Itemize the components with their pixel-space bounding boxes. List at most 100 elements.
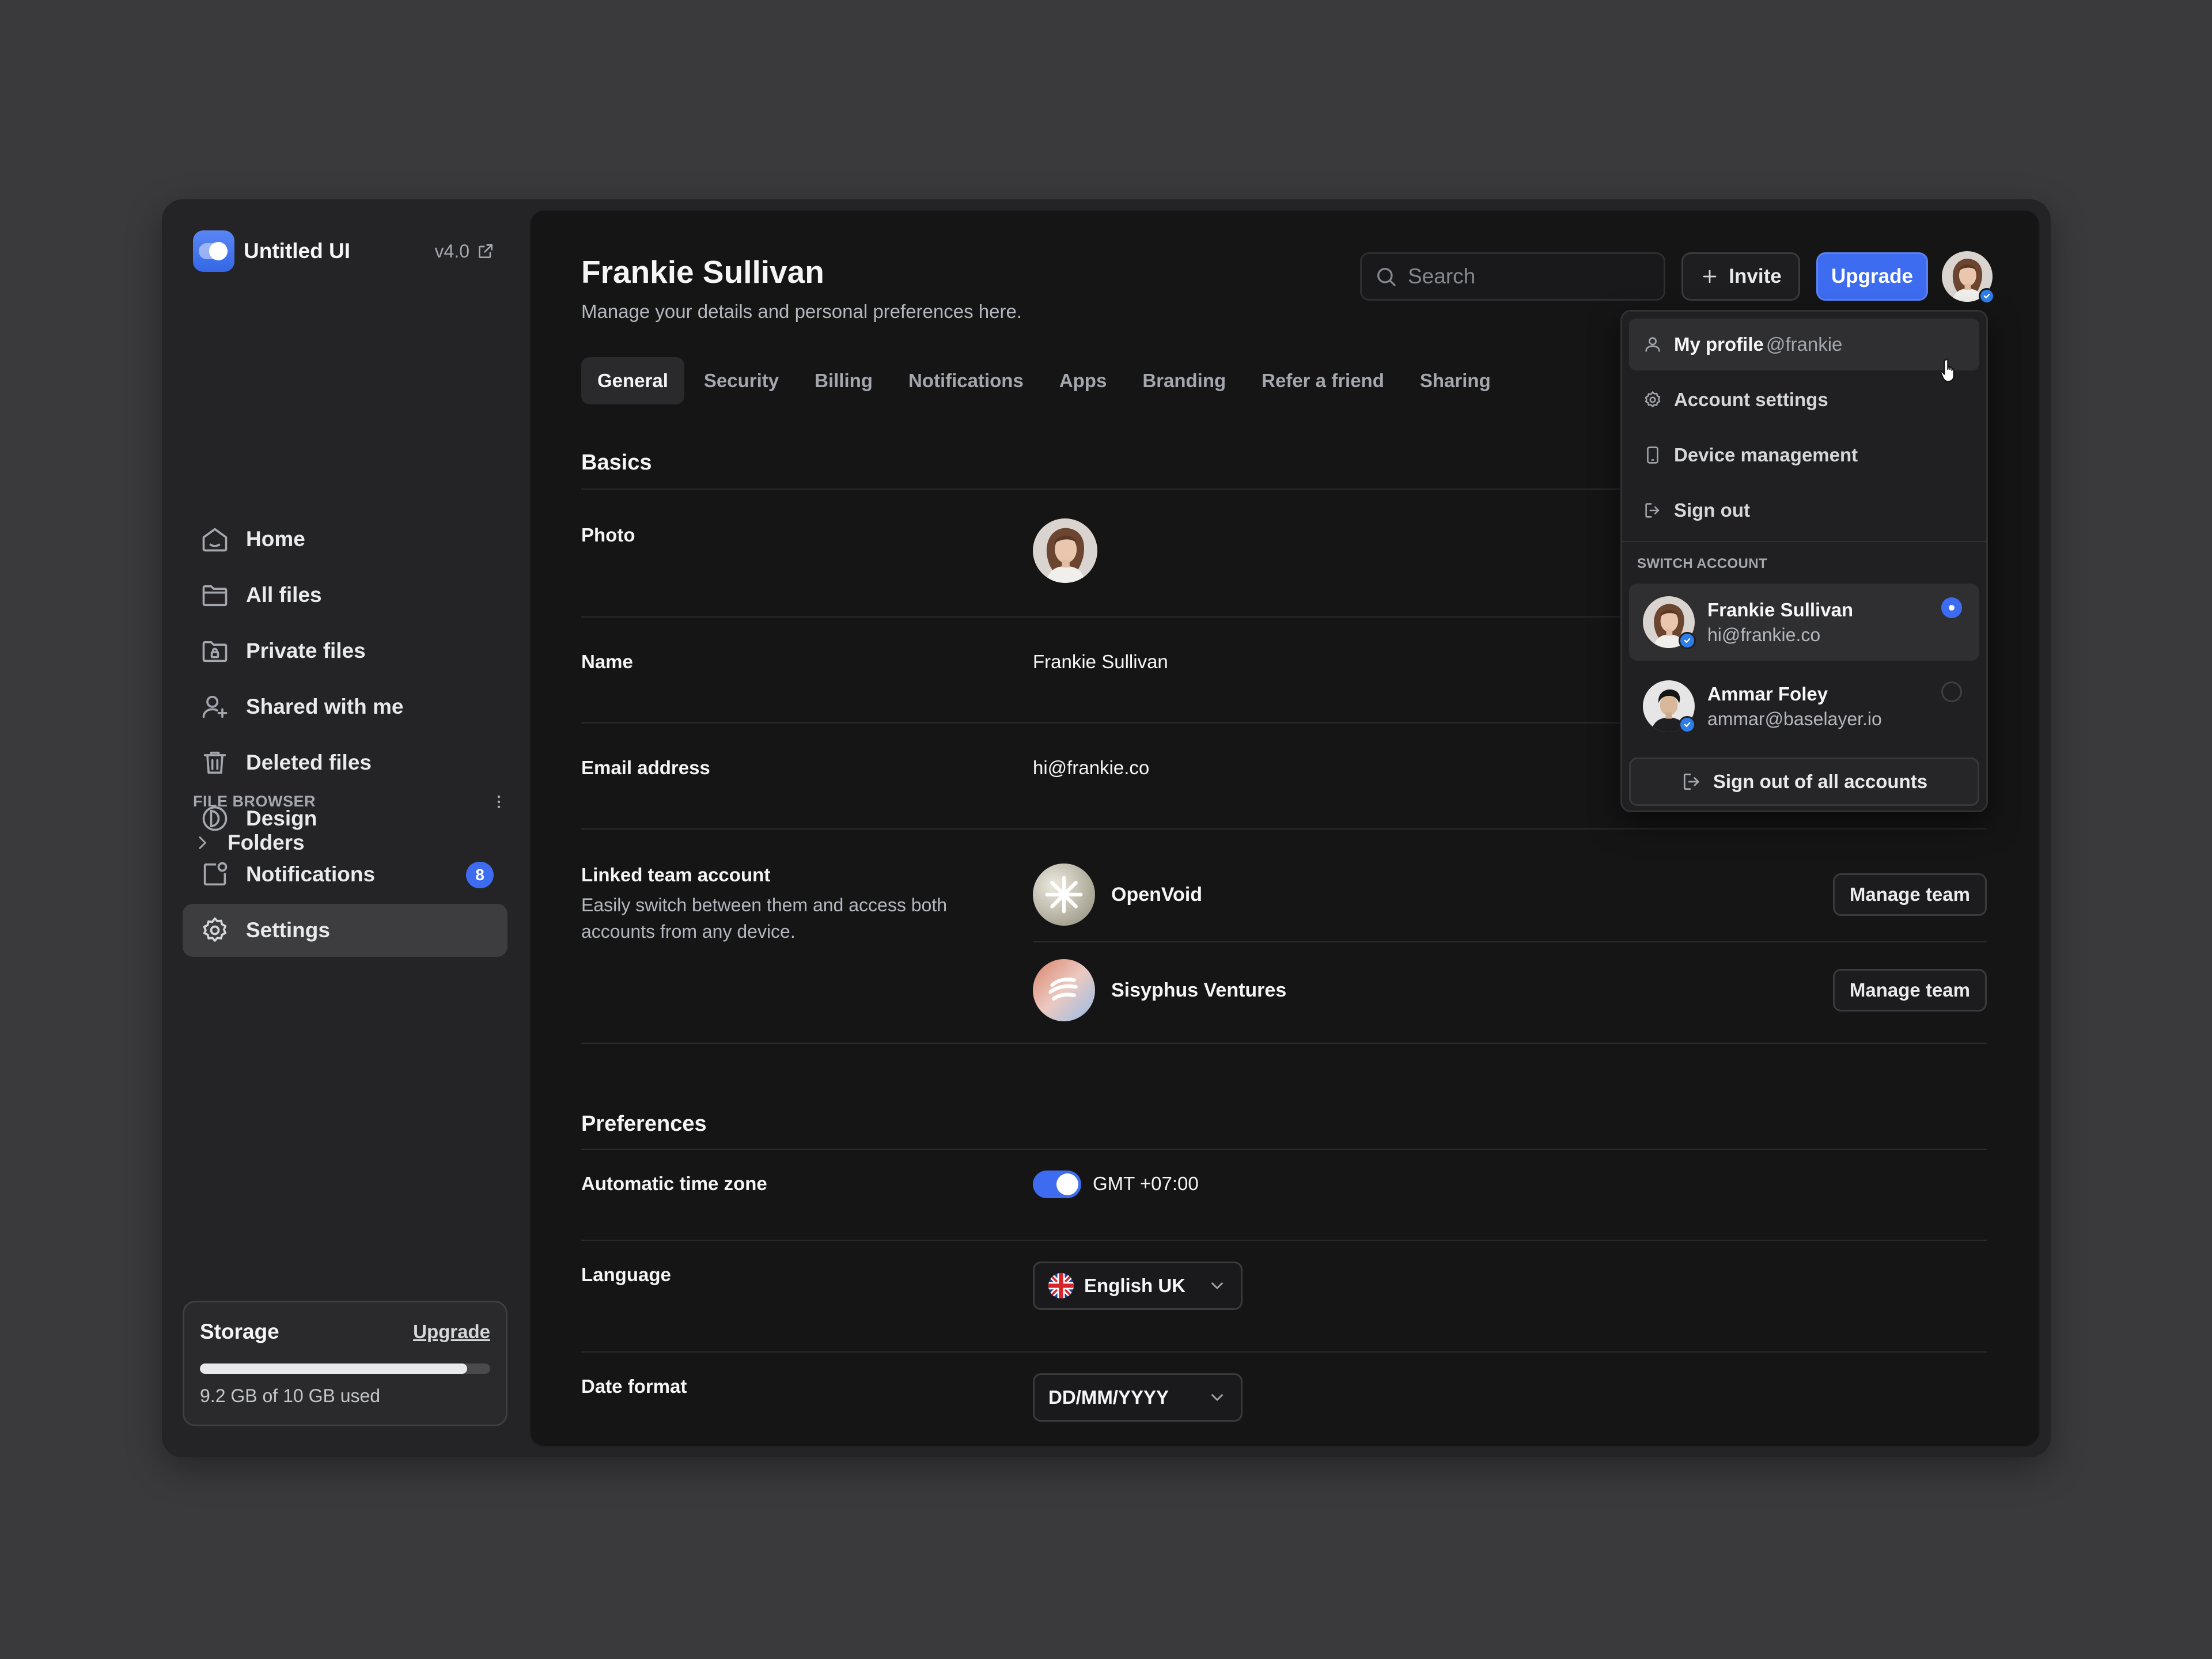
folders-tree-item[interactable]: Folders [193,817,305,869]
storage-title: Storage [200,1320,279,1343]
search-input[interactable]: Search [1360,252,1665,301]
log-out-icon [1683,773,1699,790]
linked-team-description: Easily switch between them and access bo… [581,895,947,942]
menu-item-sign-out[interactable]: Sign out [1629,484,1979,536]
account-option-ammar[interactable]: Ammar Foley ammar@baselayer.io [1629,668,1979,745]
language-label: Language [581,1264,671,1285]
gear-icon [203,917,227,942]
verified-badge-icon [1679,632,1696,649]
sisyphus-logo-icon [1033,959,1095,1021]
account-radio-selected[interactable] [1941,597,1962,618]
storage-progress-fill [200,1363,467,1374]
linked-team-label: Linked team account [581,864,771,885]
brand: Untitled UI v4.0 [193,230,501,272]
uk-flag-icon [1048,1273,1074,1298]
page-title: Frankie Sullivan [581,254,824,290]
settings-tabs: General Security Billing Notifications A… [581,357,1507,404]
tab-refer-a-friend[interactable]: Refer a friend [1245,357,1400,404]
manage-team-button[interactable]: Manage team [1832,873,1987,916]
sidebar-item-home[interactable]: Home [183,513,507,566]
photo-label: Photo [581,524,635,546]
hand-cursor-icon [1940,358,1955,382]
avatar [1033,518,1097,583]
user-plus-icon [202,695,228,718]
sidebar-item-label: Private files [246,639,366,662]
invite-button[interactable]: Invite [1681,252,1800,301]
language-value: English UK [1084,1275,1186,1296]
tab-sharing[interactable]: Sharing [1404,357,1507,404]
avatar [1643,680,1696,733]
team-name: Sisyphus Ventures [1111,979,1287,1001]
invite-label: Invite [1729,265,1782,287]
profile-photo[interactable] [1033,518,1097,583]
tab-security[interactable]: Security [688,357,795,404]
profile-handle: @frankie [1766,334,1843,355]
menu-item-my-profile[interactable]: My profile @frankie [1629,319,1979,370]
folder-lock-icon [202,641,228,662]
tab-apps[interactable]: Apps [1043,357,1123,404]
plus-icon [1703,270,1717,283]
account-email: ammar@baselayer.io [1707,708,1882,729]
email-value: hi@frankie.co [1033,757,1150,778]
log-out-icon [1645,503,1660,518]
storage-upgrade-link[interactable]: Upgrade [413,1321,490,1343]
sidebar-item-private-files[interactable]: Private files [183,624,507,677]
sidebar-nav: Home All files Private files Shared with… [183,513,507,960]
menu-item-label: Device management [1674,444,1858,465]
preferences-title: Preferences [581,1112,707,1136]
external-link-icon [479,244,493,258]
sidebar: Untitled UI v4.0 Home All files Private … [162,199,521,1457]
folder-icon [202,585,228,607]
divider [581,1351,1987,1353]
tab-billing[interactable]: Billing [798,357,889,404]
divider [581,1149,1987,1150]
divider [1033,941,1987,942]
storage-used-text: 9.2 GB of 10 GB used [200,1385,381,1406]
date-format-value: DD/MM/YYYY [1048,1387,1169,1408]
version-label: v4.0 [434,240,469,262]
account-option-frankie[interactable]: Frankie Sullivan hi@frankie.co [1629,584,1979,661]
timezone-toggle[interactable] [1033,1171,1081,1198]
file-browser-header: FILE BROWSER [193,793,507,810]
sidebar-item-deleted-files[interactable]: Deleted files [183,736,507,789]
notifications-count-badge: 8 [466,862,494,888]
sidebar-item-shared-with-me[interactable]: Shared with me [183,680,507,733]
sidebar-item-label: Shared with me [246,695,404,718]
trash-icon [203,751,226,774]
page-subtitle: Manage your details and personal prefere… [581,301,1022,322]
language-select[interactable]: English UK [1033,1262,1243,1310]
menu-item-device-management[interactable]: Device management [1629,429,1979,481]
upgrade-label: Upgrade [1831,265,1913,287]
sidebar-item-all-files[interactable]: All files [183,569,507,622]
menu-item-label: Account settings [1674,389,1828,410]
menu-item-account-settings[interactable]: Account settings [1629,374,1979,426]
date-format-select[interactable]: DD/MM/YYYY [1033,1373,1243,1422]
gear-icon [1645,391,1661,408]
tab-notifications[interactable]: Notifications [892,357,1040,404]
divider [581,828,1987,830]
avatar [1643,596,1696,649]
more-vertical-icon[interactable] [490,793,507,810]
manage-team-button[interactable]: Manage team [1832,969,1987,1012]
version-link[interactable]: v4.0 [435,241,501,262]
sidebar-item-settings[interactable]: Settings [183,904,507,957]
openvoid-logo-icon [1033,863,1095,926]
account-dropdown-menu: My profile @frankie Account settings Devi… [1620,310,1988,812]
upgrade-button[interactable]: Upgrade [1816,252,1928,301]
divider [581,1043,1987,1044]
basics-title: Basics [581,450,652,475]
sidebar-item-label: Deleted files [246,751,372,774]
tab-branding[interactable]: Branding [1126,357,1242,404]
verified-badge-icon [1979,288,1995,304]
sidebar-item-label: Settings [246,918,330,942]
sign-out-all-button[interactable]: Sign out of all accounts [1629,757,1979,806]
divider [581,1240,1987,1241]
sidebar-item-label: Home [246,527,305,551]
search-placeholder: Search [1408,264,1476,288]
account-email: hi@frankie.co [1707,624,1821,645]
tab-general[interactable]: General [581,357,684,404]
user-avatar-button[interactable] [1942,251,1995,304]
account-radio[interactable] [1941,681,1962,702]
logo-icon[interactable] [193,230,234,272]
chevron-right-icon [199,836,206,849]
